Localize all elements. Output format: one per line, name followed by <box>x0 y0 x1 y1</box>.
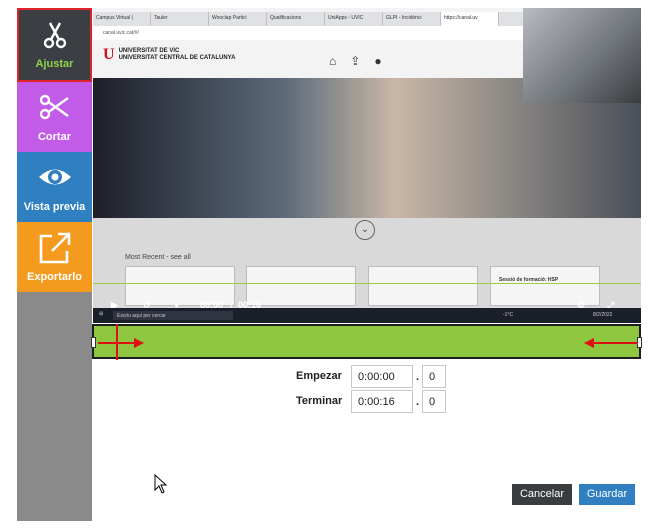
arrow-right-icon <box>134 338 144 348</box>
university-line1: UNIVERSITAT DE VIC <box>118 48 180 54</box>
user-icon: ● <box>374 54 382 68</box>
taskbar-date: 8/2/2022 <box>593 312 613 318</box>
end-frame-input[interactable]: 0 <box>422 390 446 413</box>
export-icon <box>17 232 92 264</box>
end-label: Terminar <box>296 395 343 407</box>
upload-icon: ⇪ <box>350 54 361 68</box>
recorded-taskbar: ⊞ Escriu aquí per cercar -1°C 8/2/2022 <box>93 308 641 323</box>
home-icon: ⌂ <box>329 54 337 68</box>
tool-ajustar-label: Ajustar <box>35 58 74 70</box>
mouse-cursor-icon <box>154 474 168 494</box>
trim-timeline[interactable] <box>91 324 642 360</box>
browser-tab: https://canal.uv <box>441 12 499 26</box>
end-time-input[interactable]: 0:00:16 <box>351 390 413 413</box>
site-nav-icons: ⌂ ⇪ ● <box>329 54 382 68</box>
scissors-icon <box>17 92 92 122</box>
taskbar-temp: -1°C <box>503 312 514 318</box>
arrow-left-icon <box>584 338 594 348</box>
trim-start-handle[interactable] <box>91 337 96 348</box>
progress-line <box>93 283 641 284</box>
browser-tab: Wooclap Partici <box>209 12 267 26</box>
taskbar-search: Escriu aquí per cercar <box>113 311 233 320</box>
windows-icon: ⊞ <box>99 311 104 317</box>
most-recent-link: Most Recent - see all <box>125 254 191 261</box>
tool-vista-previa[interactable]: Vista previa <box>17 152 92 222</box>
browser-tab: UniApps - UVIC <box>325 12 383 26</box>
webcam-overlay <box>523 8 641 103</box>
card-title: Sessió de formació: HSP <box>499 277 559 283</box>
university-line2: UNIVERSITAT CENTRAL DE CATALUNYA <box>118 55 236 61</box>
tool-cortar-label: Cortar <box>37 131 71 143</box>
end-separator: . <box>416 396 420 408</box>
browser-tab: Campus Virtual | <box>93 12 151 26</box>
video-preview[interactable]: Campus Virtual | Tauler Wooclap Partici … <box>93 8 641 323</box>
tool-exportarlo[interactable]: Exportarlo <box>17 222 92 292</box>
eye-icon <box>17 162 92 192</box>
cancel-button[interactable]: Cancelar <box>512 484 572 505</box>
browser-tab: Qualificacions <box>267 12 325 26</box>
tool-cortar[interactable]: Cortar <box>17 82 92 152</box>
arrow-left-icon <box>588 342 638 344</box>
tool-export-label: Exportarlo <box>26 271 82 283</box>
scissors-icon <box>19 20 90 50</box>
start-time-input[interactable]: 0:00:00 <box>351 365 413 388</box>
tool-vista-label: Vista previa <box>23 201 86 213</box>
university-logo: U UNIVERSITAT DE VIC UNIVERSITAT CENTRAL… <box>103 46 236 63</box>
chevron-down-icon: ⌄ <box>355 220 375 240</box>
tool-sidebar: Ajustar Cortar Vista previa Exportarlo <box>17 8 92 521</box>
video-editor: Ajustar Cortar Vista previa Exportarlo C… <box>0 0 659 531</box>
start-separator: . <box>416 371 420 383</box>
browser-tab: GLPI - Incidènci <box>383 12 441 26</box>
start-frame-input[interactable]: 0 <box>422 365 446 388</box>
tool-ajustar[interactable]: Ajustar <box>17 8 92 82</box>
browser-tab: Tauler <box>151 12 209 26</box>
start-label: Empezar <box>296 370 342 382</box>
save-button[interactable]: Guardar <box>579 484 635 505</box>
